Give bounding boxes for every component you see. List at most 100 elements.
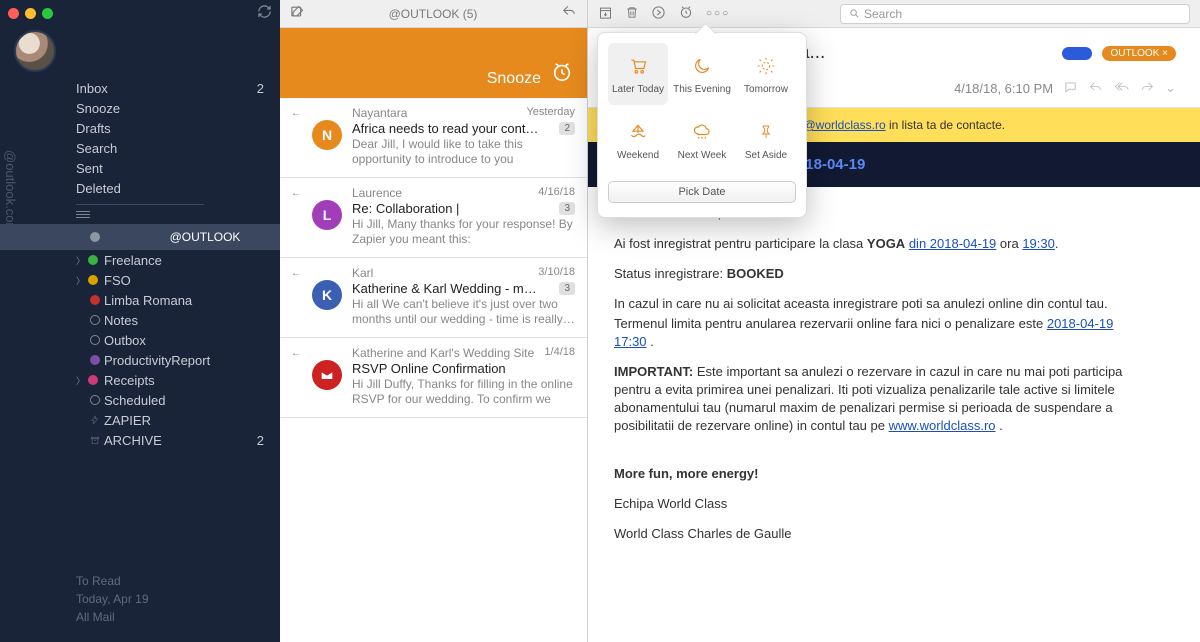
folder-count: 2 xyxy=(257,433,264,448)
folder-notes[interactable]: Notes xyxy=(0,310,280,330)
folder-label: Receipts xyxy=(104,373,155,388)
thread-subject: Africa needs to read your cont… xyxy=(352,121,538,136)
mid-toolbar: @OUTLOOK (5) xyxy=(280,0,587,28)
thread-avatar: K xyxy=(312,280,342,310)
link-site[interactable]: www.worldclass.ro xyxy=(889,418,996,433)
thread-date: 1/4/18 xyxy=(544,346,575,360)
thread-from: Karl xyxy=(352,266,373,280)
folder-label: ProductivityReport xyxy=(104,353,210,368)
nav-drafts[interactable]: Drafts xyxy=(0,118,280,138)
nav-search[interactable]: Search xyxy=(0,138,280,158)
move-icon[interactable] xyxy=(651,5,666,23)
thread-from: Katherine and Karl's Wedding Site xyxy=(352,346,534,360)
nav-inbox[interactable]: Inbox2 xyxy=(0,78,280,98)
thread-preview: Dear Jill, I would like to take this opp… xyxy=(352,137,575,167)
snooze-next-week[interactable]: Next Week xyxy=(672,109,732,171)
chevron-right-icon: 〉 xyxy=(76,274,85,287)
folder-label: Scheduled xyxy=(104,393,165,408)
chevron-right-icon: 〉 xyxy=(76,254,85,267)
folder-outbox[interactable]: Outbox xyxy=(0,330,280,350)
thread-preview: Hi Jill, Many thanks for your response! … xyxy=(352,217,575,247)
compose-icon[interactable] xyxy=(290,4,305,24)
link-date1[interactable]: din 2018-04-19 xyxy=(909,236,996,251)
snooze-this-evening[interactable]: This Evening xyxy=(672,43,732,105)
mid-title: @OUTLOOK (5) xyxy=(319,7,547,21)
cloud-icon xyxy=(690,120,714,144)
thread-subject: RSVP Online Confirmation xyxy=(352,361,506,376)
reply-icon[interactable] xyxy=(1088,80,1103,97)
pin-icon xyxy=(758,120,774,144)
clock-icon xyxy=(551,61,573,88)
cart-icon xyxy=(626,54,650,78)
sync-icon[interactable] xyxy=(257,4,272,22)
link-time1[interactable]: 19:30 xyxy=(1022,236,1055,251)
folder-freelance[interactable]: 〉Freelance xyxy=(0,250,280,270)
snooze-set-aside[interactable]: Set Aside xyxy=(736,109,796,171)
folder-fso[interactable]: 〉FSO xyxy=(0,270,280,290)
folder-archive[interactable]: ARCHIVE 2 xyxy=(0,430,280,450)
folder-label: Outbox xyxy=(104,333,146,348)
reading-toolbar: ○○○ Search xyxy=(588,0,1200,28)
thread-item[interactable]: ←NNayantaraYesterdayAfrica needs to read… xyxy=(280,98,587,178)
thread-from: Nayantara xyxy=(352,106,407,120)
thread-item[interactable]: ← K Karl 3/10/18Katherine & Karl Wedding - … xyxy=(280,258,587,338)
thread-avatar xyxy=(312,360,342,390)
account-badge[interactable]: OUTLOOK × xyxy=(1102,46,1176,61)
thread-count: 3 xyxy=(559,282,575,295)
folder-scheduled[interactable]: Scheduled xyxy=(0,390,280,410)
search-input[interactable]: Search xyxy=(840,4,1190,24)
folder-zapier[interactable]: ZAPIER xyxy=(0,410,280,430)
traffic-lights[interactable] xyxy=(8,8,53,19)
folder-limba romana[interactable]: Limba Romana xyxy=(0,290,280,310)
thread-date: 3/10/18 xyxy=(538,266,575,280)
thread-preview: Hi all We can't believe it's just over t… xyxy=(352,297,575,327)
snooze-tomorrow[interactable]: Tomorrow xyxy=(736,43,796,105)
hamburger-icon[interactable] xyxy=(0,209,280,224)
color-tag[interactable] xyxy=(1062,47,1092,60)
folder-productivityreport[interactable]: ProductivityReport xyxy=(0,350,280,370)
thread-preview: Hi Jill Duffy, Thanks for filling in the… xyxy=(352,377,575,407)
archive-icon[interactable] xyxy=(598,5,613,23)
reply-icon[interactable] xyxy=(561,4,577,23)
color-dot xyxy=(88,275,98,285)
chevron-down-icon[interactable]: ⌄ xyxy=(1165,80,1176,97)
trash-icon[interactable] xyxy=(625,5,639,23)
folder-label: ZAPIER xyxy=(104,413,151,428)
nav-sent[interactable]: Sent xyxy=(0,158,280,178)
sidebar: @outlook.com Inbox2 Snooze Drafts Search… xyxy=(0,0,280,642)
thread-subject: Katherine & Karl Wedding - m… xyxy=(352,281,537,296)
arrow-icon: ← xyxy=(291,348,301,359)
snooze-later-today[interactable]: Later Today xyxy=(608,43,668,105)
account-row[interactable]: @OUTLOOK xyxy=(0,224,280,250)
color-dot xyxy=(90,295,100,305)
sidebar-status: To Read Today, Apr 19 All Mail xyxy=(0,572,280,642)
thread-avatar: L xyxy=(312,200,342,230)
thread-list: ←NNayantaraYesterdayAfrica needs to read… xyxy=(280,98,587,642)
thread-item[interactable]: ← Katherine and Karl's Wedding Site 1/4/18… xyxy=(280,338,587,418)
thread-date: Yesterday xyxy=(526,106,575,120)
thread-item[interactable]: ←LLaurence4/16/18Re: Collaboration |3Hi … xyxy=(280,178,587,258)
color-dot xyxy=(88,375,98,385)
color-dot xyxy=(90,355,100,365)
thread-subject: Re: Collaboration | xyxy=(352,201,459,216)
thread-from: Laurence xyxy=(352,186,402,200)
arrow-icon: ← xyxy=(291,188,301,199)
forward-icon[interactable] xyxy=(1140,80,1155,97)
snooze-icon[interactable] xyxy=(678,4,694,23)
folder-receipts[interactable]: 〉Receipts xyxy=(0,370,280,390)
bubble-icon[interactable] xyxy=(1063,80,1078,97)
more-icon[interactable]: ○○○ xyxy=(706,8,730,19)
nav-deleted[interactable]: Deleted xyxy=(0,178,280,198)
arrow-icon: ← xyxy=(291,268,301,279)
snooze-popover: Later Today This Evening Tomorrow Weeken… xyxy=(597,32,807,218)
nav-snooze[interactable]: Snooze xyxy=(0,98,280,118)
color-dot xyxy=(88,255,98,265)
pick-date-button[interactable]: Pick Date xyxy=(608,181,796,203)
thread-date: 4/16/18 xyxy=(538,186,575,200)
avatar[interactable] xyxy=(14,30,56,72)
reply-all-icon[interactable] xyxy=(1113,80,1130,97)
folder-label: ARCHIVE xyxy=(104,433,162,448)
email-date: 4/18/18, 6:10 PM xyxy=(954,81,1053,96)
folder-list: 〉Freelance〉FSOLimba RomanaNotes Outbox Pro… xyxy=(0,250,280,450)
snooze-weekend[interactable]: Weekend xyxy=(608,109,668,171)
